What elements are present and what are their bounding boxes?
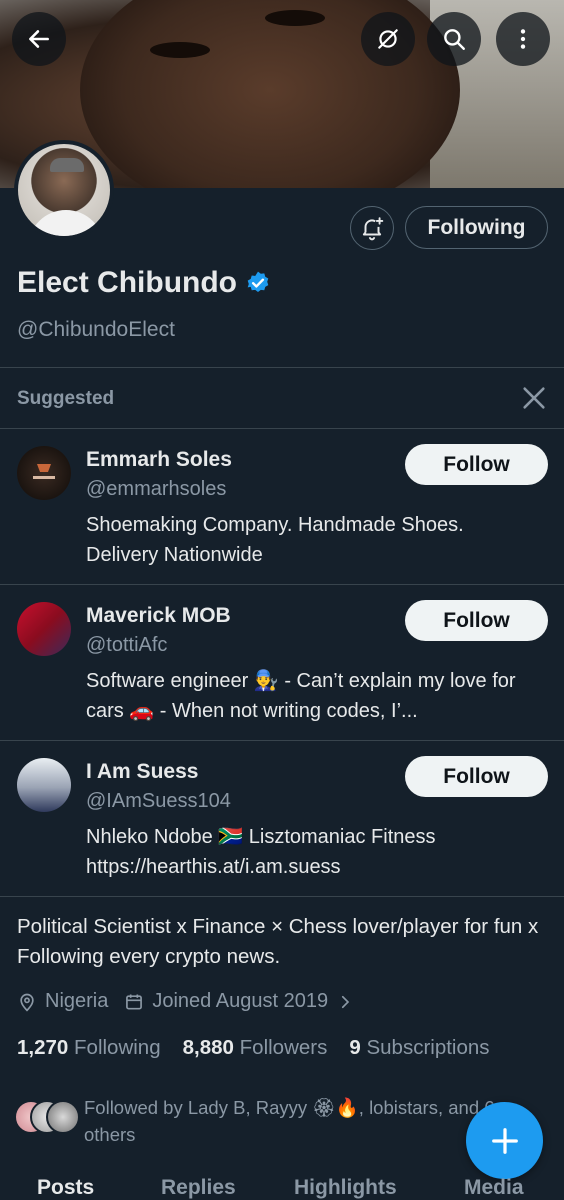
profile-tabs: Posts Replies Highlights Media xyxy=(0,1172,564,1200)
profile-bio: Political Scientist x Finance × Chess lo… xyxy=(17,915,539,968)
close-icon[interactable] xyxy=(520,384,548,412)
more-button[interactable] xyxy=(496,12,550,66)
followers-count-link[interactable]: 8,880 Followers xyxy=(183,1036,328,1060)
suggested-handle: @IAmSuess104 xyxy=(86,790,231,812)
tab-replies[interactable]: Replies xyxy=(161,1176,236,1200)
grok-button[interactable] xyxy=(361,12,415,66)
location-text: Nigeria xyxy=(45,990,109,1012)
location-pin-icon xyxy=(20,993,34,1011)
verified-badge-icon[interactable] xyxy=(245,270,271,296)
divider xyxy=(0,367,564,368)
stat-count: 8,880 xyxy=(182,1036,234,1059)
bell-plus-icon xyxy=(362,217,384,241)
stat-label: Following xyxy=(74,1036,161,1059)
suggested-name[interactable]: Maverick MOB xyxy=(86,604,231,628)
stat-count: 1,270 xyxy=(17,1036,69,1059)
divider xyxy=(0,896,564,897)
profile-handle: @ChibundoElect xyxy=(17,318,175,341)
stat-label: Subscriptions xyxy=(366,1036,490,1059)
joined-item[interactable]: Joined August 2019 xyxy=(124,990,354,1013)
stat-label: Followers xyxy=(239,1036,328,1059)
suggested-bio: Shoemaking Company. Handmade Shoes. Deli… xyxy=(86,514,464,566)
stat-count: 9 xyxy=(349,1036,361,1059)
location-item: Nigeria xyxy=(17,990,108,1013)
profile-name: Elect Chibundo xyxy=(17,266,237,299)
suggested-handle: @emmarhsoles xyxy=(86,478,227,500)
suggested-name[interactable]: I Am Suess xyxy=(86,760,198,784)
chevron-right-icon xyxy=(341,995,350,1008)
suggested-account[interactable]: Maverick MOB @tottiAfc Software engineer… xyxy=(0,584,564,740)
suggested-bio-text: Software engineer 👨‍🔧 - Can’t explain my… xyxy=(86,670,516,722)
banner-detail xyxy=(150,42,210,58)
avatar xyxy=(46,1100,80,1134)
suggested-title: Suggested xyxy=(17,388,115,409)
following-button[interactable]: Following xyxy=(405,206,548,249)
follow-button[interactable]: Follow xyxy=(405,756,548,797)
compose-button[interactable] xyxy=(466,1102,543,1179)
profile-meta: Nigeria Joined August 2019 xyxy=(17,990,370,1013)
suggested-avatar[interactable] xyxy=(17,602,71,656)
suggested-avatar[interactable] xyxy=(17,758,71,812)
emmarh-logo-icon xyxy=(33,464,55,479)
followed-by-avatars xyxy=(14,1100,80,1134)
notifications-button[interactable] xyxy=(350,206,394,250)
profile-name-row: Elect Chibundo xyxy=(17,266,271,300)
banner-detail xyxy=(265,10,325,26)
following-count-link[interactable]: 1,270 Following xyxy=(17,1036,161,1060)
avatar-detail xyxy=(28,210,104,236)
suggested-name[interactable]: Emmarh Soles xyxy=(86,448,232,472)
follow-button[interactable]: Follow xyxy=(405,444,548,485)
search-icon xyxy=(444,29,465,50)
arrow-left-icon xyxy=(29,30,49,48)
subscriptions-count-link[interactable]: 9 Subscriptions xyxy=(349,1036,489,1060)
profile-stats: 1,270 Following 8,880 Followers 9 Subscr… xyxy=(17,1036,512,1060)
more-vertical-icon xyxy=(520,29,526,49)
tab-highlights[interactable]: Highlights xyxy=(294,1176,397,1200)
follow-button[interactable]: Follow xyxy=(405,600,548,641)
back-button[interactable] xyxy=(12,12,66,66)
suggested-handle: @tottiAfc xyxy=(86,634,168,656)
suggested-bio: Nhleko Ndobe 🇿🇦 Lisztomaniac Fitness htt… xyxy=(86,826,436,878)
followed-by-text: Followed by Lady B, Rayyy 🏵🔥, lobistars,… xyxy=(84,1097,495,1145)
tab-posts[interactable]: Posts xyxy=(37,1176,94,1200)
plus-icon xyxy=(491,1127,518,1154)
suggested-account[interactable]: Emmarh Soles @emmarhsoles Shoemaking Com… xyxy=(0,428,564,584)
suggested-account[interactable]: I Am Suess @IAmSuess104 Nhleko Ndobe 🇿🇦 … xyxy=(0,740,564,896)
search-button[interactable] xyxy=(427,12,481,66)
suggested-avatar[interactable] xyxy=(17,446,71,500)
joined-text: Joined August 2019 xyxy=(152,990,329,1012)
grok-icon xyxy=(378,29,398,49)
tab-media[interactable]: Media xyxy=(464,1176,524,1200)
profile-avatar[interactable] xyxy=(14,140,114,240)
avatar-detail xyxy=(50,158,84,172)
suggested-bio: Software engineer 👨‍🔧 - Can’t explain my… xyxy=(86,666,526,726)
calendar-icon xyxy=(126,994,143,1009)
